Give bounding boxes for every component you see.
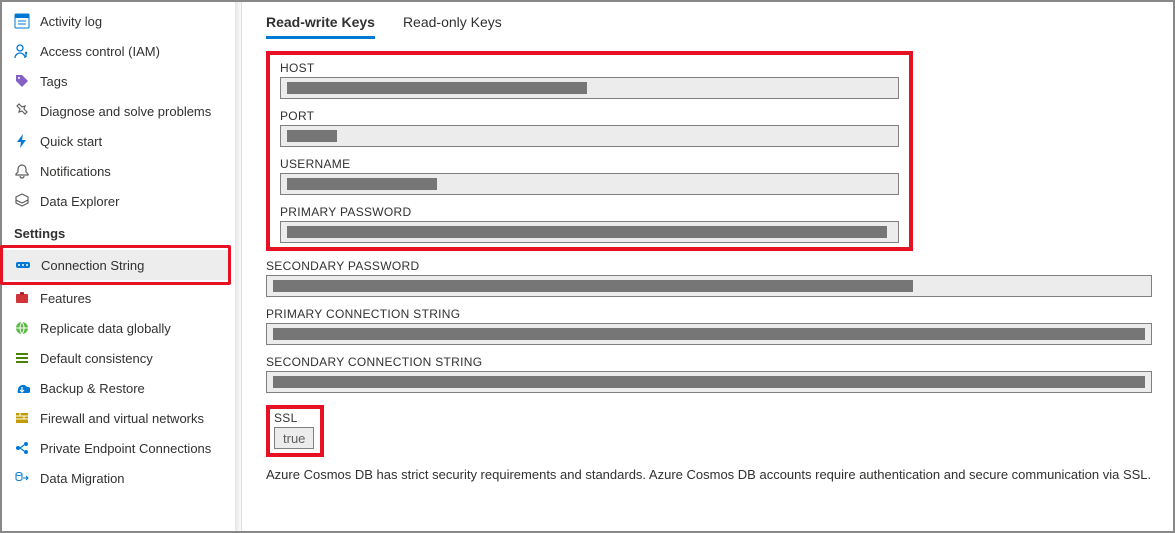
field-port: PORT bbox=[280, 109, 899, 147]
field-secondary-connection-string: SECONDARY CONNECTION STRING bbox=[266, 355, 1167, 393]
sidebar-item-data-explorer[interactable]: Data Explorer bbox=[2, 186, 241, 216]
private-endpoint-icon bbox=[14, 440, 30, 456]
activity-log-icon bbox=[14, 13, 30, 29]
port-input[interactable] bbox=[280, 125, 899, 147]
primary-connection-string-input[interactable] bbox=[266, 323, 1152, 345]
field-host: HOST bbox=[280, 61, 899, 99]
sidebar-item-label: Firewall and virtual networks bbox=[40, 411, 204, 426]
sidebar-item-diagnose[interactable]: Diagnose and solve problems bbox=[2, 96, 241, 126]
redacted-value bbox=[273, 280, 913, 292]
features-icon bbox=[14, 290, 30, 306]
highlighted-credentials-block: HOST PORT USERNAME PRIMARY PASSWORD bbox=[266, 51, 913, 251]
sidebar-item-tags[interactable]: Tags bbox=[2, 66, 241, 96]
field-label: SECONDARY PASSWORD bbox=[266, 259, 1167, 273]
data-migration-icon bbox=[14, 470, 30, 486]
sidebar-item-label: Access control (IAM) bbox=[40, 44, 160, 59]
sidebar-item-features[interactable]: Features bbox=[2, 283, 241, 313]
sidebar-item-replicate[interactable]: Replicate data globally bbox=[2, 313, 241, 343]
footer-note: Azure Cosmos DB has strict security requ… bbox=[266, 467, 1173, 482]
secondary-connection-string-input[interactable] bbox=[266, 371, 1152, 393]
sidebar-item-label: Activity log bbox=[40, 14, 102, 29]
sidebar: Activity log Access control (IAM) Tags D… bbox=[2, 2, 242, 531]
sidebar-item-label: Connection String bbox=[41, 258, 144, 273]
main-panel: Read-write Keys Read-only Keys HOST PORT… bbox=[242, 2, 1173, 531]
notifications-icon bbox=[14, 163, 30, 179]
redacted-value bbox=[287, 226, 887, 238]
sidebar-item-private-endpoint[interactable]: Private Endpoint Connections bbox=[2, 433, 241, 463]
field-label: PRIMARY PASSWORD bbox=[280, 205, 899, 219]
backup-icon bbox=[14, 380, 30, 396]
sidebar-item-connection-string[interactable]: Connection String bbox=[3, 250, 228, 280]
field-primary-password: PRIMARY PASSWORD bbox=[280, 205, 899, 243]
sidebar-item-label: Quick start bbox=[40, 134, 102, 149]
ssl-value: true bbox=[283, 431, 305, 446]
sidebar-item-quick-start[interactable]: Quick start bbox=[2, 126, 241, 156]
sidebar-item-notifications[interactable]: Notifications bbox=[2, 156, 241, 186]
username-input[interactable] bbox=[280, 173, 899, 195]
consistency-icon bbox=[14, 350, 30, 366]
sidebar-highlight: Connection String bbox=[0, 245, 231, 285]
sidebar-item-label: Tags bbox=[40, 74, 67, 89]
sidebar-item-data-migration[interactable]: Data Migration bbox=[2, 463, 241, 493]
redacted-value bbox=[287, 130, 337, 142]
tab-read-only-keys[interactable]: Read-only Keys bbox=[403, 14, 502, 39]
field-label: SSL bbox=[274, 411, 314, 425]
sidebar-item-firewall[interactable]: Firewall and virtual networks bbox=[2, 403, 241, 433]
sidebar-item-activity-log[interactable]: Activity log bbox=[2, 6, 241, 36]
field-secondary-password: SECONDARY PASSWORD bbox=[266, 259, 1167, 297]
connection-string-icon bbox=[15, 257, 31, 273]
sidebar-item-backup[interactable]: Backup & Restore bbox=[2, 373, 241, 403]
firewall-icon bbox=[14, 410, 30, 426]
quick-start-icon bbox=[14, 133, 30, 149]
primary-password-input[interactable] bbox=[280, 221, 899, 243]
redacted-value bbox=[273, 328, 1145, 340]
sidebar-item-label: Data Explorer bbox=[40, 194, 119, 209]
sidebar-item-access-control[interactable]: Access control (IAM) bbox=[2, 36, 241, 66]
sidebar-section-settings: Settings bbox=[2, 216, 241, 247]
field-username: USERNAME bbox=[280, 157, 899, 195]
sidebar-item-label: Replicate data globally bbox=[40, 321, 171, 336]
replicate-icon bbox=[14, 320, 30, 336]
sidebar-item-label: Private Endpoint Connections bbox=[40, 441, 211, 456]
redacted-value bbox=[287, 82, 587, 94]
field-label: USERNAME bbox=[280, 157, 899, 171]
ssl-highlight: SSL true bbox=[266, 405, 324, 457]
redacted-value bbox=[273, 376, 1145, 388]
field-label: SECONDARY CONNECTION STRING bbox=[266, 355, 1167, 369]
tags-icon bbox=[14, 73, 30, 89]
secondary-password-input[interactable] bbox=[266, 275, 1152, 297]
field-primary-connection-string: PRIMARY CONNECTION STRING bbox=[266, 307, 1167, 345]
field-label: HOST bbox=[280, 61, 899, 75]
sidebar-item-label: Data Migration bbox=[40, 471, 125, 486]
sidebar-item-label: Backup & Restore bbox=[40, 381, 145, 396]
sidebar-item-consistency[interactable]: Default consistency bbox=[2, 343, 241, 373]
tabs: Read-write Keys Read-only Keys bbox=[266, 14, 1173, 39]
sidebar-item-label: Features bbox=[40, 291, 91, 306]
tab-read-write-keys[interactable]: Read-write Keys bbox=[266, 14, 375, 39]
access-control-icon bbox=[14, 43, 30, 59]
sidebar-item-label: Diagnose and solve problems bbox=[40, 104, 211, 119]
diagnose-icon bbox=[14, 103, 30, 119]
sidebar-item-label: Notifications bbox=[40, 164, 111, 179]
lower-fields: SECONDARY PASSWORD PRIMARY CONNECTION ST… bbox=[266, 251, 1173, 482]
redacted-value bbox=[287, 178, 437, 190]
host-input[interactable] bbox=[280, 77, 899, 99]
sidebar-item-label: Default consistency bbox=[40, 351, 153, 366]
field-label: PORT bbox=[280, 109, 899, 123]
ssl-value-box[interactable]: true bbox=[274, 427, 314, 449]
field-label: PRIMARY CONNECTION STRING bbox=[266, 307, 1167, 321]
data-explorer-icon bbox=[14, 193, 30, 209]
